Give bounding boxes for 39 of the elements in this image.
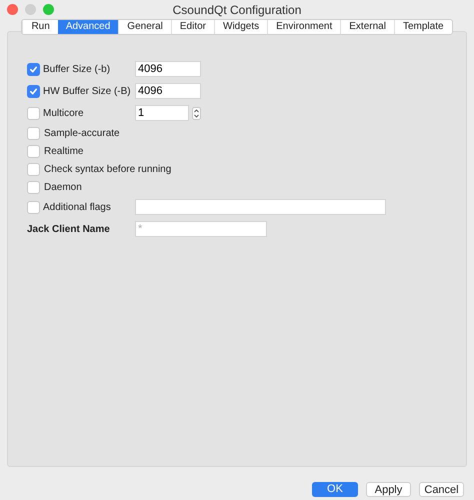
checkbox[interactable] [27,200,40,214]
checkbox[interactable] [27,62,40,76]
option-label: HW Buffer Size (-B) [43,84,131,98]
text-field[interactable]: * [135,221,267,237]
option-label: Daemon [44,180,82,194]
option-label: Multicore [43,106,84,120]
checkbox[interactable] [27,180,40,194]
tab[interactable]: Editor [170,20,214,34]
option-label: Realtime [44,144,84,158]
checkbox[interactable] [27,162,40,176]
option-label: Buffer Size (-b) [43,62,110,76]
window-title: CsoundQt Configuration [172,2,302,18]
option-label: Jack Client Name [27,222,111,236]
checkbox[interactable] [27,84,40,98]
stepper-icon[interactable] [192,106,201,120]
option-label: Additional flags [43,200,111,214]
option-label: Sample-accurate [44,126,120,140]
zoom-icon[interactable] [43,4,54,15]
dialog-button[interactable]: OK [312,482,358,497]
option-label: Check syntax before running [44,162,172,176]
dialog-button[interactable]: Apply [366,482,411,497]
dialog-button[interactable]: Cancel [419,482,464,497]
text-field[interactable]: 1 [135,105,189,121]
tab[interactable]: Template [394,20,452,34]
checkbox[interactable] [27,106,40,120]
tab[interactable]: Environment [267,20,340,34]
text-field[interactable]: 4096 [135,83,201,99]
checkbox[interactable] [27,144,40,158]
tab[interactable]: Widgets [214,20,268,34]
tab[interactable]: External [340,20,394,34]
close-icon[interactable] [7,4,18,15]
checkmark-icon [29,86,38,96]
text-field[interactable]: 4096 [135,61,201,77]
tab[interactable]: General [118,20,171,34]
text-field[interactable] [135,199,386,215]
minimize-icon[interactable] [25,4,36,15]
checkbox[interactable] [27,126,40,140]
checkmark-icon [29,64,38,74]
tab[interactable]: Advanced [58,20,118,34]
